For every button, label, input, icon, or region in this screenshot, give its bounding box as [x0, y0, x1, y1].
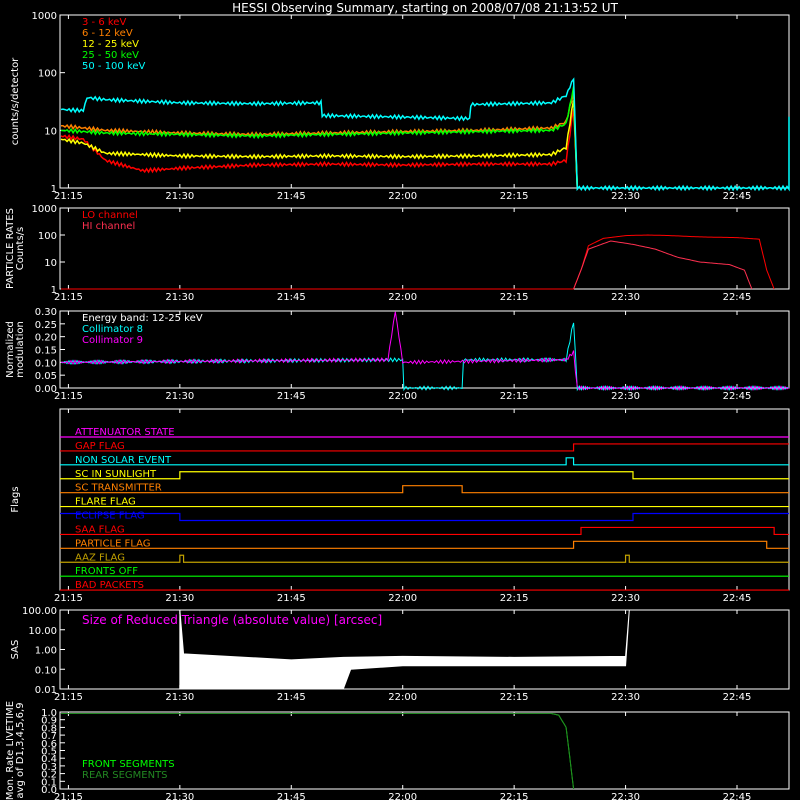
x-tick-label: 22:00 [388, 792, 417, 800]
hessi-observing-summary-figure: HESSI Observing Summary, starting on 200… [0, 0, 800, 800]
x-tick-label: 21:30 [165, 191, 194, 202]
x-tick-label: 22:15 [500, 391, 529, 402]
legend-entry: FRONT SEGMENTS [82, 759, 175, 770]
y-tick-label: 10 [44, 126, 57, 137]
x-tick-label: 21:15 [54, 692, 83, 703]
legend-entry: 50 - 100 keV [82, 61, 146, 72]
x-tick-label: 22:00 [388, 391, 417, 402]
y-axis-label: modulation [15, 321, 26, 378]
y-tick-label: 0.01 [35, 685, 57, 696]
flag-label: SC TRANSMITTER [75, 483, 162, 494]
x-tick-label: 21:15 [54, 593, 83, 604]
flag-label: FLARE FLAG [75, 497, 136, 508]
y-axis-label: SAS [10, 640, 21, 660]
x-tick-label: 21:45 [277, 593, 306, 604]
x-tick-label: 22:30 [611, 792, 640, 800]
x-tick-label: 21:45 [277, 292, 306, 303]
x-tick-label: 22:00 [388, 191, 417, 202]
x-tick-label: 21:15 [54, 191, 83, 202]
panel-annotation: Energy band: 12-25 keV [82, 313, 203, 324]
panel-annotation: Size of Reduced Triangle (absolute value… [82, 613, 382, 627]
y-axis-label: counts/s/detector [10, 57, 21, 145]
figure-title: HESSI Observing Summary, starting on 200… [232, 1, 618, 15]
x-tick-label: 22:45 [723, 191, 752, 202]
legend-entry: 25 - 50 keV [82, 50, 139, 61]
x-tick-label: 21:15 [54, 292, 83, 303]
y-tick-label: 0.30 [35, 307, 57, 318]
x-tick-label: 21:15 [54, 391, 83, 402]
y-tick-label: 100 [38, 69, 57, 80]
x-tick-label: 22:30 [611, 692, 640, 703]
legend-entry: 6 - 12 keV [82, 28, 133, 39]
x-tick-label: 21:45 [277, 692, 306, 703]
x-tick-label: 22:15 [500, 593, 529, 604]
y-tick-label: 0.25 [35, 320, 57, 331]
y-tick-label: 0.20 [35, 333, 57, 344]
x-tick-label: 22:00 [388, 593, 417, 604]
y-tick-label: 1000 [32, 11, 57, 22]
x-tick-label: 21:30 [165, 391, 194, 402]
x-tick-label: 22:00 [388, 692, 417, 703]
legend-entry: 12 - 25 keV [82, 39, 139, 50]
y-tick-label: 10 [44, 258, 57, 269]
x-tick-label: 22:45 [723, 593, 752, 604]
x-tick-label: 21:30 [165, 292, 194, 303]
x-tick-label: 22:45 [723, 692, 752, 703]
y-tick-label: 1 [51, 285, 57, 296]
y-tick-label: 0.10 [35, 358, 57, 369]
x-tick-label: 21:45 [277, 191, 306, 202]
y-tick-label: 100 [38, 231, 57, 242]
x-tick-label: 21:30 [165, 692, 194, 703]
y-axis-label: Counts/s [15, 227, 26, 271]
x-tick-label: 22:30 [611, 191, 640, 202]
x-tick-label: 22:15 [500, 292, 529, 303]
y-tick-label: 1000 [32, 204, 57, 215]
y-tick-label: 0.15 [35, 346, 57, 357]
x-tick-label: 22:45 [723, 391, 752, 402]
x-tick-label: 21:30 [165, 792, 194, 800]
flag-label: FRONTS OFF [75, 566, 138, 577]
flag-label: AAZ FLAG [75, 552, 125, 563]
legend-entry: REAR SEGMENTS [82, 770, 168, 781]
y-tick-label: 0.10 [35, 665, 57, 676]
x-tick-label: 21:15 [54, 792, 83, 800]
legend-entry: HI channel [82, 221, 135, 232]
x-tick-label: 21:45 [277, 792, 306, 800]
legend-entry: LO channel [82, 210, 138, 221]
y-tick-label: 100.00 [22, 606, 57, 617]
legend-entry: Collimator 8 [82, 324, 143, 335]
flag-label: NON SOLAR EVENT [75, 455, 172, 466]
flag-label: BAD PACKETS [75, 580, 144, 591]
x-tick-label: 22:45 [723, 292, 752, 303]
flag-label: GAP FLAG [75, 441, 125, 452]
y-axis-label: Flags [10, 486, 21, 512]
legend-entry: 3 - 6 keV [82, 17, 126, 28]
x-tick-label: 22:15 [500, 792, 529, 800]
y-tick-label: 1.0 [41, 708, 57, 719]
x-tick-label: 22:30 [611, 593, 640, 604]
x-tick-label: 22:30 [611, 292, 640, 303]
x-tick-label: 21:45 [277, 391, 306, 402]
flag-label: ECLIPSE FLAG [75, 511, 145, 522]
y-axis-label: avg of D1,3,4,5,6,9 [15, 702, 26, 798]
y-tick-label: 1.00 [35, 646, 57, 657]
x-tick-label: 21:30 [165, 593, 194, 604]
x-tick-label: 22:45 [723, 792, 752, 800]
y-tick-label: 10.00 [28, 626, 57, 637]
x-tick-label: 22:15 [500, 191, 529, 202]
x-tick-label: 22:30 [611, 391, 640, 402]
x-tick-label: 22:00 [388, 292, 417, 303]
flag-label: SC IN SUNLIGHT [75, 469, 157, 480]
y-tick-label: 1 [51, 184, 57, 195]
flag-label: SAA FLAG [75, 524, 125, 535]
flag-label: ATTENUATOR STATE [75, 427, 175, 438]
y-tick-label: 0.05 [35, 371, 57, 382]
flag-label: PARTICLE FLAG [75, 538, 151, 549]
legend-entry: Collimator 9 [82, 335, 143, 346]
x-tick-label: 22:15 [500, 692, 529, 703]
y-tick-label: 0.00 [35, 384, 57, 395]
